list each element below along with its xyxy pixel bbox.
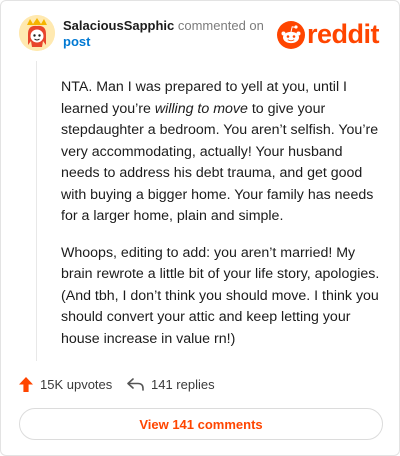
comment-body: NTA. Man I was prepared to yell at you, … xyxy=(61,77,381,365)
view-comments-button[interactable]: View 141 comments xyxy=(19,408,383,440)
header-text: SalaciousSapphic commented on post xyxy=(63,18,273,50)
reply-count: 141 replies xyxy=(151,376,215,392)
post-link[interactable]: post xyxy=(63,34,273,50)
paragraph-1-end: to give your stepdaughter a bedroom. You… xyxy=(61,100,379,225)
comment-card: SalaciousSapphic commented on post reddi… xyxy=(0,0,400,456)
upvote-button[interactable]: 15K upvotes xyxy=(19,373,112,395)
comment-actions: 15K upvotes 141 replies xyxy=(19,373,385,395)
reddit-snoo-icon xyxy=(277,21,305,49)
upvote-arrow-icon xyxy=(19,376,33,392)
reddit-wordmark: reddit xyxy=(307,19,380,49)
paragraph-1-emphasis: willing to move xyxy=(154,100,248,117)
comment-paragraph-2: Whoops, editing to add: you aren’t marri… xyxy=(61,244,380,347)
thread-line xyxy=(36,61,37,361)
comment-header: SalaciousSapphic commented on post reddi… xyxy=(19,15,385,55)
upvote-count: 15K upvotes xyxy=(40,376,113,392)
reply-button[interactable]: 141 replies xyxy=(127,373,215,395)
username-link[interactable]: SalaciousSapphic xyxy=(63,18,174,33)
commented-on-label: commented on xyxy=(174,18,264,33)
reddit-logo[interactable]: reddit xyxy=(277,19,385,49)
user-avatar[interactable] xyxy=(19,15,55,51)
reply-arrow-icon xyxy=(127,377,144,391)
comment-paragraph-1: NTA. Man I was prepared to yell at you, … xyxy=(61,77,381,228)
